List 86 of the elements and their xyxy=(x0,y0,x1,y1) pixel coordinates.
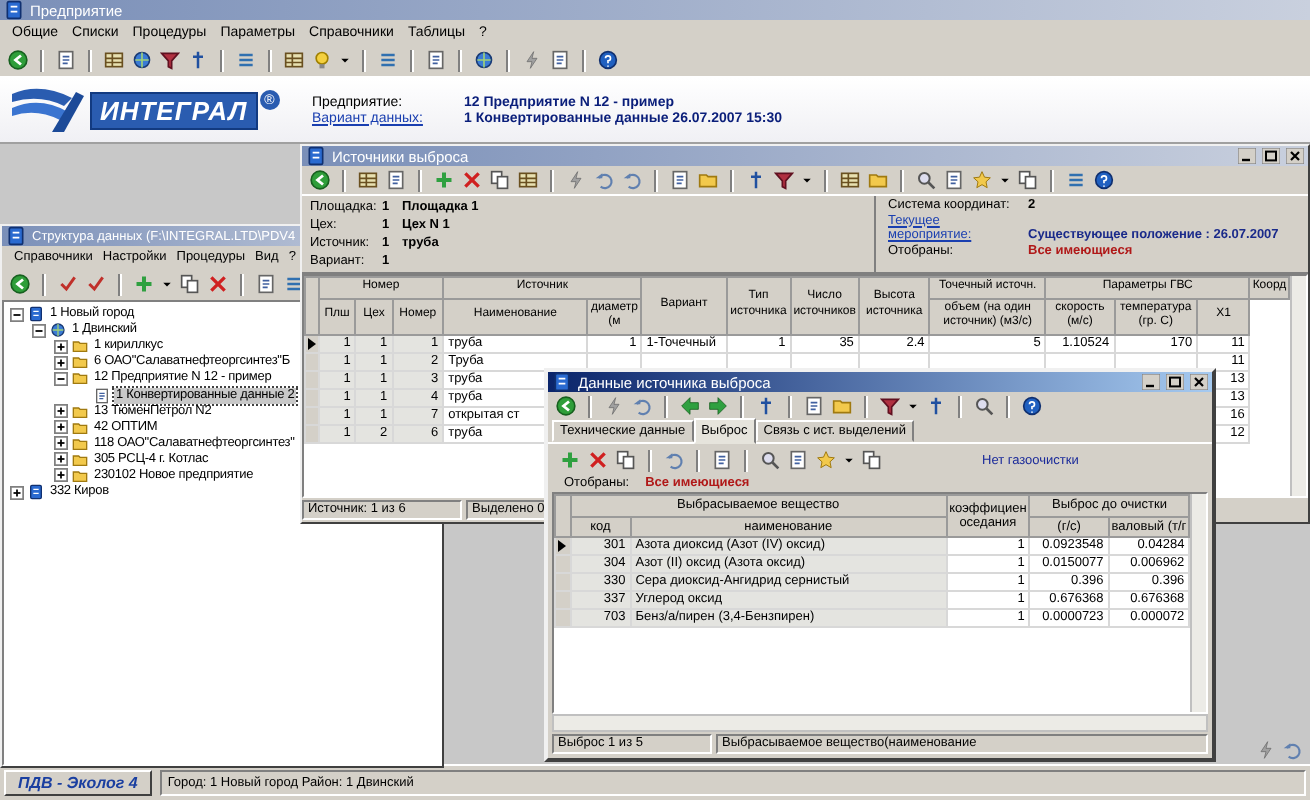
lightning-icon[interactable] xyxy=(604,396,624,416)
header-cell xyxy=(555,495,571,537)
globe-icon[interactable] xyxy=(132,50,152,70)
folder-icon[interactable] xyxy=(868,170,888,190)
folder-icon[interactable] xyxy=(698,170,718,190)
maximize-button[interactable] xyxy=(1166,374,1184,390)
list-icon[interactable] xyxy=(236,50,256,70)
help-icon[interactable] xyxy=(1022,396,1042,416)
list-icon[interactable] xyxy=(378,50,398,70)
undo-icon[interactable] xyxy=(664,450,684,470)
copy-icon[interactable] xyxy=(180,274,200,294)
star-icon[interactable] xyxy=(972,170,992,190)
arrow-right-icon[interactable] xyxy=(708,396,728,416)
arrow-circle-icon[interactable] xyxy=(8,50,28,70)
row-pointer-icon xyxy=(307,337,316,349)
expand-icon[interactable] xyxy=(54,452,68,467)
wave-logo-icon xyxy=(8,86,88,134)
document-icon[interactable] xyxy=(550,50,570,70)
document-icon[interactable] xyxy=(712,450,732,470)
expand-icon[interactable] xyxy=(54,420,68,435)
arrow-circle-icon[interactable] xyxy=(310,170,330,190)
arrow-circle-icon[interactable] xyxy=(556,396,576,416)
delete-icon[interactable] xyxy=(462,170,482,190)
list-icon[interactable] xyxy=(284,274,304,294)
header-cell xyxy=(305,277,319,334)
expand-icon[interactable] xyxy=(54,355,68,370)
delete-icon[interactable] xyxy=(588,450,608,470)
copy-icon[interactable] xyxy=(1018,170,1038,190)
filter-icon[interactable] xyxy=(880,396,900,416)
vertical-scrollbar[interactable] xyxy=(1290,276,1306,496)
expand-icon[interactable] xyxy=(54,339,68,354)
row-pointer-icon xyxy=(558,540,567,552)
delete-icon[interactable] xyxy=(208,274,228,294)
undo-icon[interactable] xyxy=(632,396,652,416)
globe-icon[interactable] xyxy=(474,50,494,70)
list-icon[interactable] xyxy=(1066,170,1086,190)
table-icon[interactable] xyxy=(518,170,538,190)
copy-icon[interactable] xyxy=(490,170,510,190)
document-icon[interactable] xyxy=(426,50,446,70)
help-icon[interactable] xyxy=(598,50,618,70)
collapse-icon[interactable] xyxy=(54,371,68,386)
expand-icon[interactable] xyxy=(54,404,68,419)
caret-icon[interactable] xyxy=(162,280,172,288)
arrow-circle-icon[interactable] xyxy=(10,274,30,294)
table-icon[interactable] xyxy=(104,50,124,70)
help-icon[interactable] xyxy=(1094,170,1114,190)
close-button[interactable] xyxy=(1190,374,1208,390)
arrow-left-icon[interactable] xyxy=(680,396,700,416)
document-icon[interactable] xyxy=(670,170,690,190)
copy-icon[interactable] xyxy=(862,450,882,470)
document-icon[interactable] xyxy=(804,396,824,416)
table-icon[interactable] xyxy=(284,50,304,70)
copy-icon[interactable] xyxy=(616,450,636,470)
filter-icon[interactable] xyxy=(160,50,180,70)
expand-icon[interactable] xyxy=(10,485,24,500)
collapse-icon[interactable] xyxy=(10,307,24,322)
logo-text: ИНТЕГРАЛ xyxy=(90,91,258,129)
caret-icon[interactable] xyxy=(908,402,918,410)
search-icon[interactable] xyxy=(916,170,936,190)
table-icon[interactable] xyxy=(840,170,860,190)
caret-icon[interactable] xyxy=(340,56,350,64)
star-icon[interactable] xyxy=(816,450,836,470)
search-icon[interactable] xyxy=(974,396,994,416)
vertical-scrollbar[interactable] xyxy=(1190,494,1206,712)
minimize-button[interactable] xyxy=(1142,374,1160,390)
horizontal-scrollbar[interactable] xyxy=(552,714,1208,732)
filter-icon[interactable] xyxy=(774,170,794,190)
document-icon[interactable] xyxy=(256,274,276,294)
document-icon[interactable] xyxy=(788,450,808,470)
document-icon[interactable] xyxy=(56,50,76,70)
globe-icon xyxy=(50,322,66,339)
caret-icon[interactable] xyxy=(1000,176,1010,184)
document-icon[interactable] xyxy=(944,170,964,190)
expand-icon[interactable] xyxy=(54,468,68,483)
search-icon[interactable] xyxy=(760,450,780,470)
document-icon[interactable] xyxy=(386,170,406,190)
expand-icon[interactable] xyxy=(54,436,68,451)
table-icon[interactable] xyxy=(358,170,378,190)
caret-icon[interactable] xyxy=(844,456,854,464)
lightning-icon[interactable] xyxy=(566,170,586,190)
app-button[interactable]: ПДВ - Эколог 4 xyxy=(4,770,152,796)
folder-icon[interactable] xyxy=(832,396,852,416)
lightning-icon[interactable] xyxy=(522,50,542,70)
collapse-icon[interactable] xyxy=(32,323,46,338)
document-icon xyxy=(94,387,110,404)
caret-icon[interactable] xyxy=(802,176,812,184)
